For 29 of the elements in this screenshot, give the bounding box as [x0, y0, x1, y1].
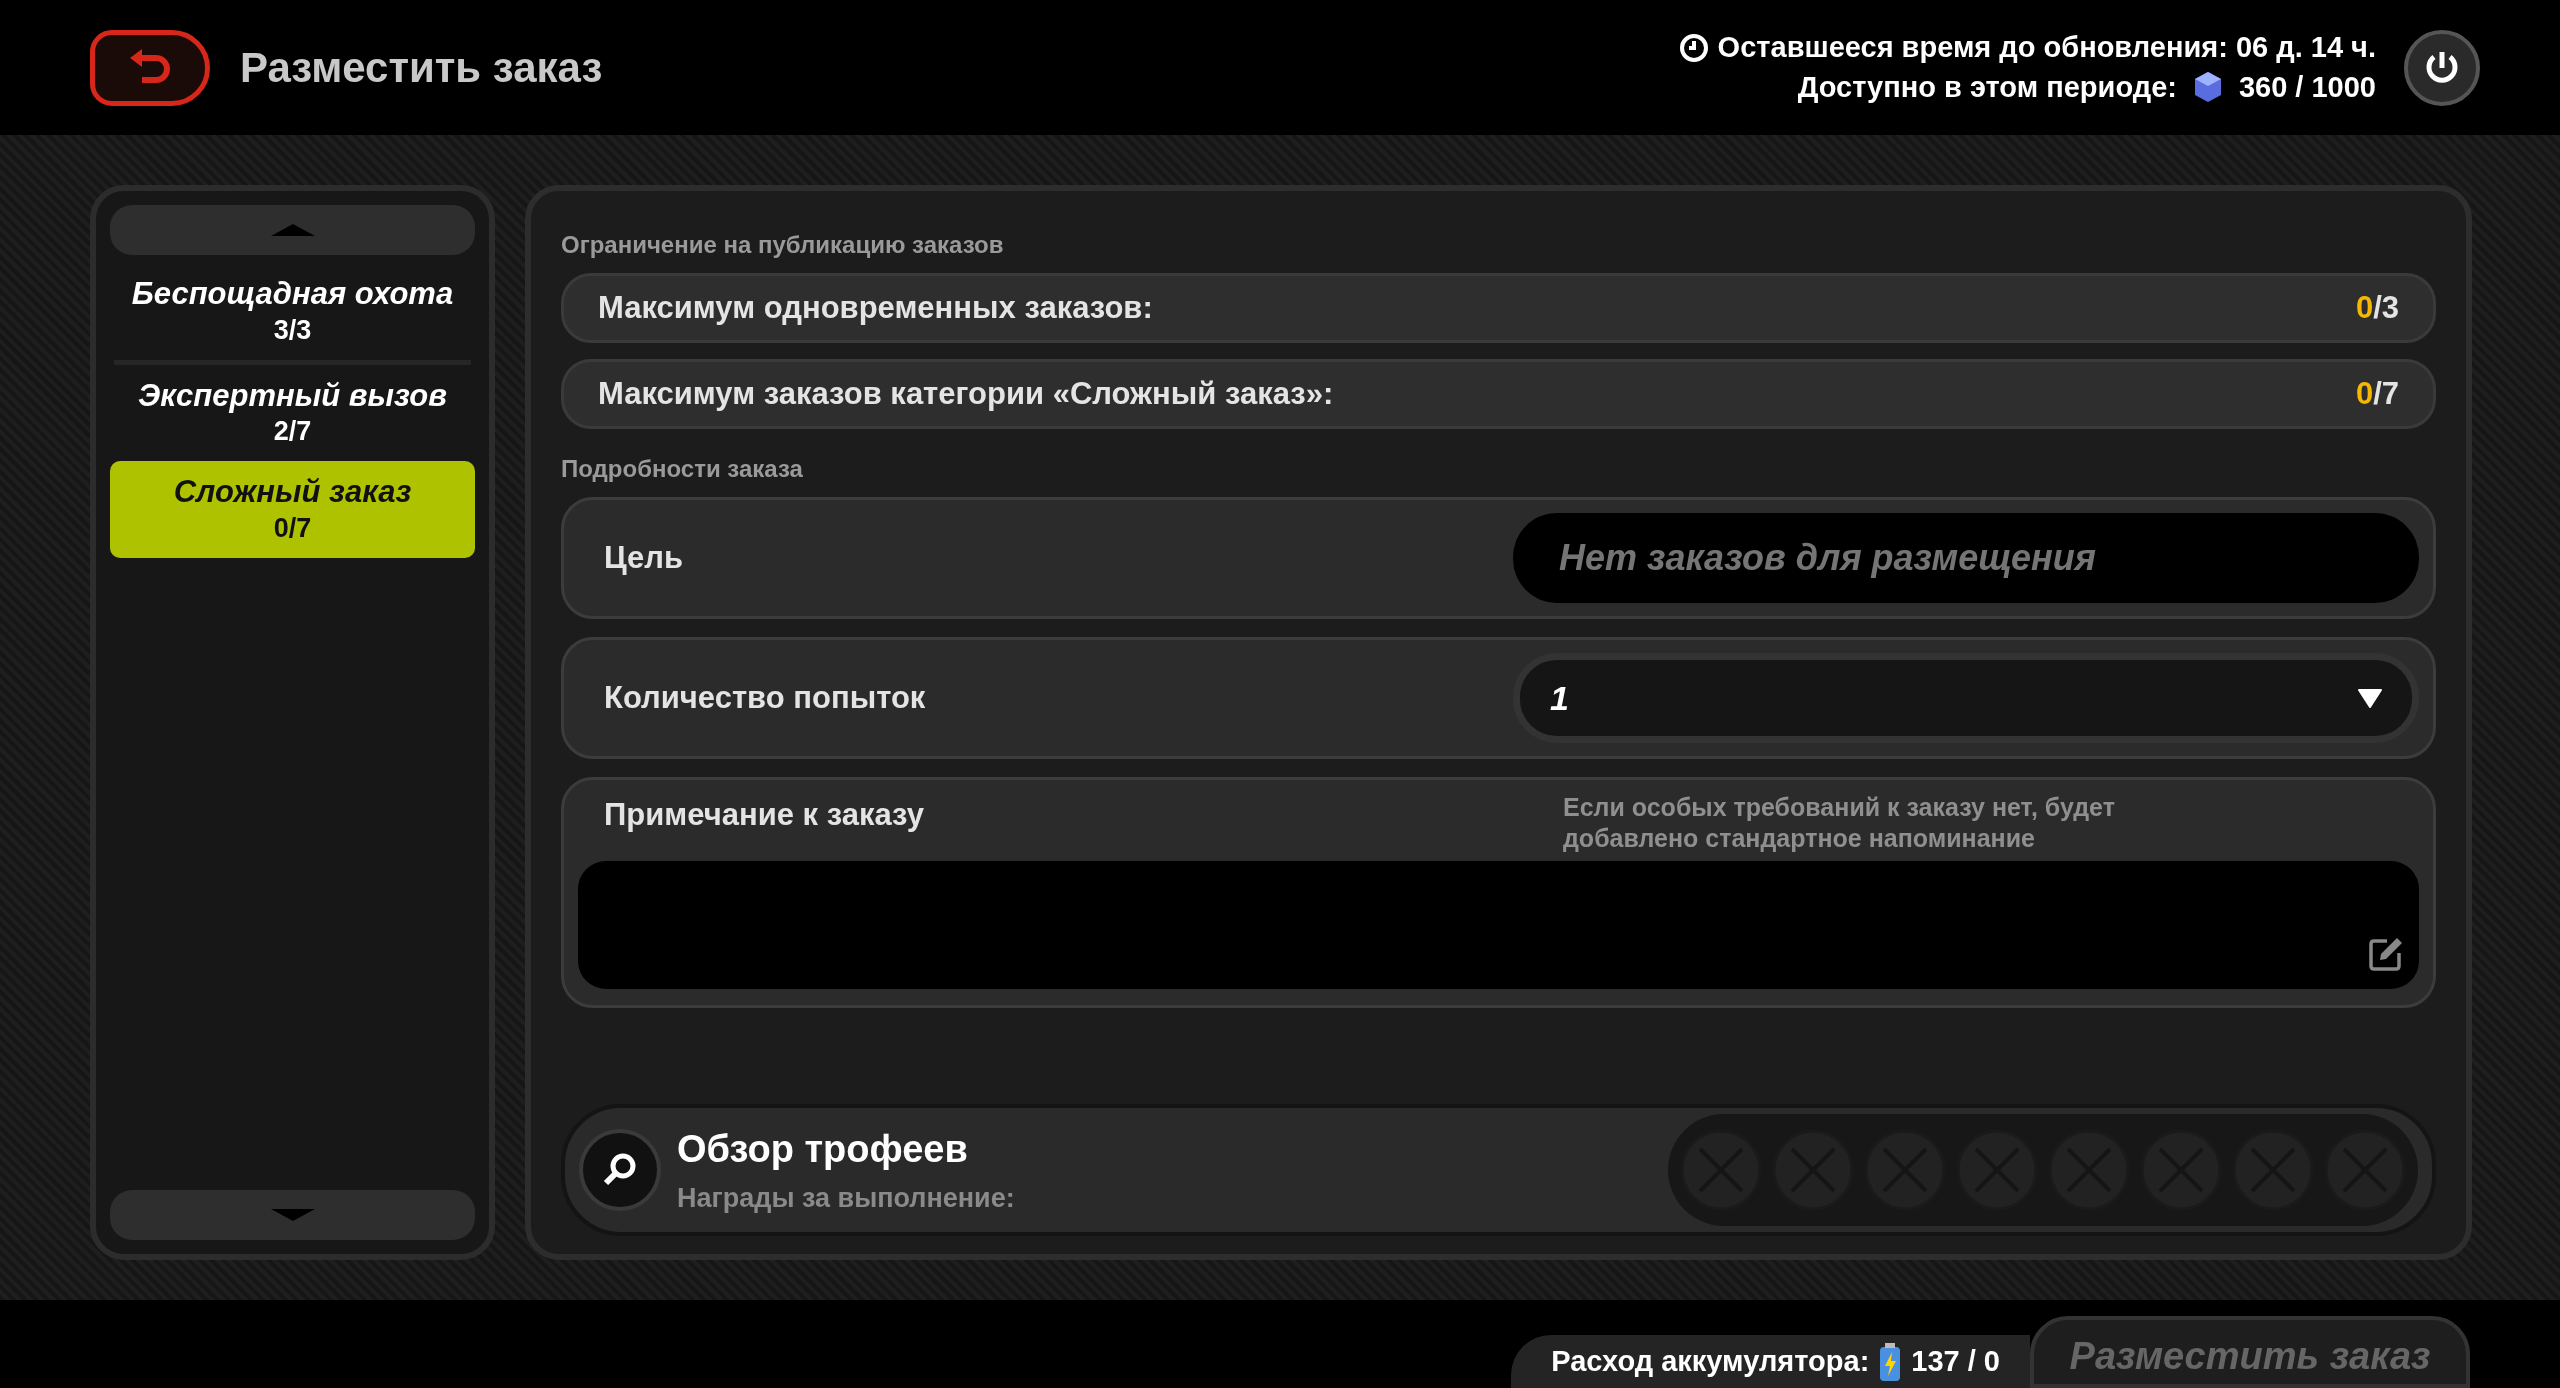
note-label: Примечание к заказу: [604, 796, 924, 834]
back-button[interactable]: [90, 29, 210, 106]
attempts-dropdown[interactable]: 1: [1513, 653, 2419, 743]
limit-label: Максимум одновременных заказов:: [598, 288, 1153, 327]
clock-icon: [1677, 31, 1710, 64]
available-value: 360 / 1000: [2238, 69, 2376, 105]
caret-down-icon: [2358, 688, 2382, 708]
limit-value: 0/3: [2355, 288, 2399, 327]
available-label: Доступно в этом периоде:: [1797, 69, 2177, 105]
trophies-title: Обзор трофеев: [677, 1126, 969, 1172]
target-label: Цель: [604, 538, 683, 577]
section-heading: Ограничение на публикацию заказов: [561, 230, 1005, 260]
attempts-label: Количество попыток: [604, 678, 926, 717]
battery-value: 137 / 0: [1911, 1343, 2000, 1379]
sidebar-item[interactable]: Экспертный вызов 2/7: [110, 364, 475, 461]
battery-label: Расход аккумулятора:: [1551, 1343, 1870, 1379]
note-field[interactable]: [578, 860, 2419, 989]
sidebar-item[interactable]: Беспощадная охота 3/3: [110, 263, 475, 360]
limit-label: Максимум заказов категории «Сложный заказ»:: [598, 374, 1334, 413]
page-title: Разместить заказ: [240, 43, 603, 93]
limit-value: 0/7: [2355, 374, 2399, 413]
refresh-timer: Оставшееся время до обновления: 06 д. 14 ч.: [1717, 30, 2376, 66]
section-heading: Подробности заказа: [561, 454, 804, 484]
caret-up-icon: [270, 224, 315, 236]
caret-down-icon: [270, 1209, 315, 1221]
sidebar-item[interactable]: Сложный заказ 0/7: [110, 461, 475, 558]
crystal-icon: [2192, 71, 2223, 104]
trophies-subtitle: Награды за выполнение:: [677, 1181, 1015, 1215]
note-hint: Если особых требований к заказу нет, будет добавлено стандартное напоминание: [1563, 792, 2116, 855]
